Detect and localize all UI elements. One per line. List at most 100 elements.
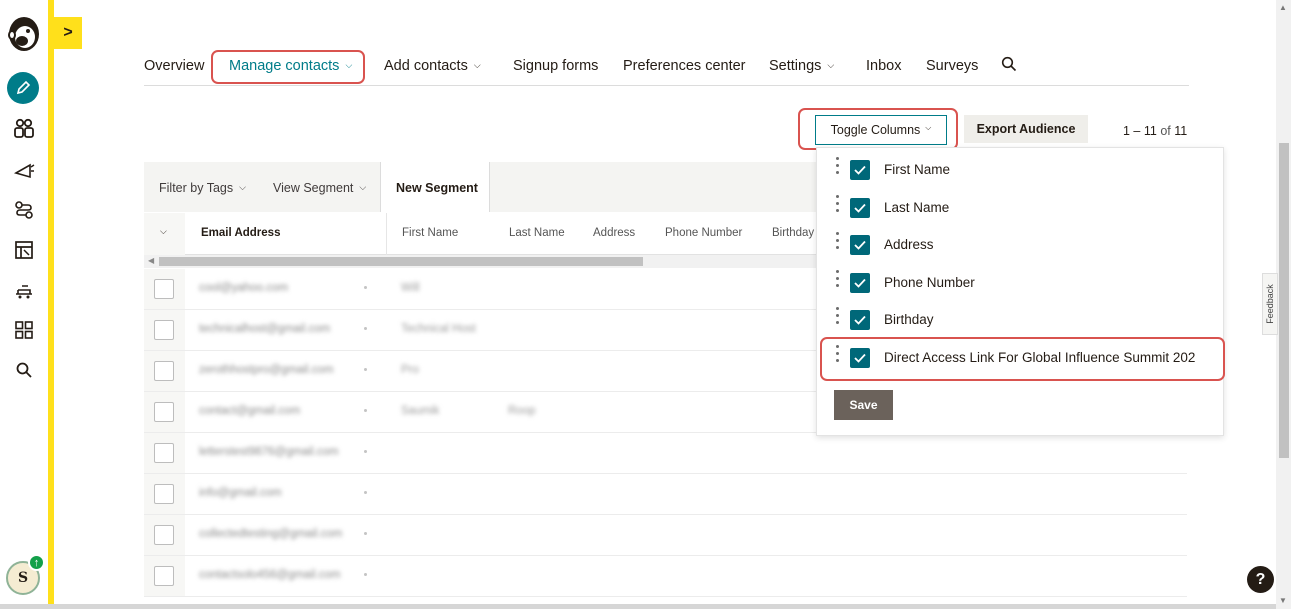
nav-overview[interactable]: Overview — [144, 58, 204, 74]
search-icon[interactable] — [10, 356, 38, 384]
nav-surveys[interactable]: Surveys — [926, 58, 978, 74]
column-header-phone[interactable]: Phone Number — [665, 227, 742, 239]
column-header-address[interactable]: Address — [593, 227, 635, 239]
chevron-down-icon[interactable]: ⌵ — [160, 226, 167, 237]
row-select-cell — [144, 556, 185, 596]
cell-last-name: Roop — [508, 405, 536, 417]
row-divider-dot — [364, 327, 367, 330]
scroll-left-icon[interactable]: ◀ — [148, 256, 154, 265]
bottom-scrollbar-track — [0, 604, 1276, 609]
column-header-last-name[interactable]: Last Name — [509, 227, 565, 239]
table-row[interactable]: contactsolo456@gmail.com — [144, 556, 1187, 597]
row-checkbox[interactable] — [154, 279, 174, 299]
column-option-label: First Name — [884, 162, 951, 177]
column-header-first-name[interactable]: First Name — [402, 227, 458, 239]
cell-email[interactable]: contact@gmail.com — [199, 405, 300, 417]
cell-email[interactable]: info@gmail.com — [199, 487, 282, 499]
mailchimp-logo[interactable] — [4, 11, 44, 55]
save-columns-button[interactable]: Save — [834, 390, 893, 420]
automations-icon[interactable] — [10, 196, 38, 224]
cell-email[interactable]: zerothhostpro@gmail.com — [199, 364, 333, 376]
cell-email[interactable]: letterstest9876@gmail.com — [199, 446, 339, 458]
drag-handle-icon[interactable] — [836, 307, 840, 328]
cell-email[interactable]: technicalhost@gmail.com — [199, 323, 330, 335]
column-divider — [386, 213, 387, 255]
column-option[interactable]: Birthday — [817, 302, 1223, 338]
select-all-cell[interactable]: ⌵ — [144, 213, 185, 255]
new-segment-button[interactable]: New Segment — [380, 162, 490, 212]
nav-search-icon[interactable] — [1001, 56, 1017, 76]
row-checkbox[interactable] — [154, 361, 174, 381]
checkmark-icon — [854, 316, 866, 326]
column-option-label: Phone Number — [884, 274, 975, 290]
column-option[interactable]: Last Name — [817, 190, 1223, 226]
view-segment-dropdown[interactable]: View Segment ⌵ — [273, 181, 366, 195]
campaigns-icon[interactable] — [10, 156, 38, 184]
row-checkbox[interactable] — [154, 484, 174, 504]
row-checkbox[interactable] — [154, 320, 174, 340]
column-option-label: Last Name — [884, 199, 950, 215]
table-row[interactable]: letterstest9876@gmail.com — [144, 433, 1187, 474]
checkmark-icon — [854, 278, 866, 288]
column-checkbox[interactable] — [850, 235, 870, 256]
drag-handle-icon[interactable] — [836, 194, 840, 216]
cell-email[interactable]: contactsolo456@gmail.com — [199, 569, 340, 581]
row-checkbox[interactable] — [154, 402, 174, 422]
avatar-initial: S — [17, 570, 29, 586]
nav-add-contacts[interactable]: Add contacts ⌵ — [384, 58, 481, 74]
left-rail — [0, 0, 48, 609]
nav-signup-forms[interactable]: Signup forms — [513, 58, 598, 74]
column-checkbox[interactable] — [850, 310, 870, 331]
row-checkbox[interactable] — [154, 443, 174, 463]
chevron-down-icon: ⌵ — [359, 182, 367, 192]
upgrade-badge-icon[interactable]: ↑ — [28, 554, 45, 571]
nav-preferences-center[interactable]: Preferences center — [623, 58, 746, 74]
cell-email[interactable]: cool@yahoo.com — [199, 282, 288, 294]
horizontal-scroll-thumb[interactable] — [159, 257, 643, 266]
apps-grid-icon[interactable] — [10, 316, 38, 344]
new-segment-label: New Segment — [396, 181, 478, 195]
vertical-scrollbar[interactable]: ▲ ▼ — [1276, 0, 1291, 609]
audience-icon[interactable] — [10, 114, 38, 142]
nav-settings-label: Settings — [769, 58, 822, 74]
column-checkbox[interactable] — [850, 160, 870, 180]
nav-settings[interactable]: Settings ⌵ — [769, 58, 834, 74]
row-divider-dot — [364, 491, 367, 494]
column-checkbox[interactable] — [850, 272, 870, 293]
scroll-up-icon[interactable]: ▲ — [1279, 3, 1287, 12]
cell-first-name: Technical Host — [401, 323, 476, 335]
table-row[interactable]: info@gmail.com — [144, 474, 1187, 515]
column-option[interactable]: Address — [817, 227, 1223, 263]
cell-first-name: Will — [401, 282, 420, 294]
cell-email[interactable]: collectedtesting@gmail.com — [199, 528, 342, 540]
integrations-icon[interactable] — [10, 276, 38, 304]
nav-inbox[interactable]: Inbox — [866, 58, 901, 74]
pencil-icon[interactable] — [7, 72, 39, 104]
drag-handle-icon[interactable] — [836, 232, 840, 253]
drag-handle-icon[interactable] — [836, 157, 840, 178]
help-button[interactable]: ? — [1247, 566, 1274, 593]
drag-handle-icon[interactable] — [836, 269, 840, 291]
row-checkbox[interactable] — [154, 525, 174, 545]
vertical-scroll-thumb[interactable] — [1279, 143, 1289, 458]
column-option[interactable]: First Name — [817, 152, 1223, 188]
filter-by-tags-dropdown[interactable]: Filter by Tags ⌵ — [159, 181, 246, 195]
column-option-label: Address — [884, 237, 934, 253]
pagination-summary: 1 – 11 of 11 — [1123, 124, 1187, 138]
export-audience-button[interactable]: Export Audience — [964, 115, 1088, 143]
row-checkbox[interactable] — [154, 566, 174, 586]
expand-sidebar-button[interactable]: > — [54, 17, 82, 49]
column-header-email[interactable]: Email Address — [201, 227, 280, 239]
column-checkbox[interactable] — [850, 197, 870, 218]
pager-range: 1 – 11 — [1123, 124, 1157, 138]
feedback-tab[interactable]: Feedback — [1262, 273, 1278, 335]
row-select-cell — [144, 351, 185, 391]
row-select-cell — [144, 474, 185, 514]
chevron-down-icon: ⌵ — [239, 182, 246, 192]
checkmark-icon — [854, 241, 866, 250]
scroll-down-icon[interactable]: ▼ — [1279, 596, 1287, 605]
table-row[interactable]: collectedtesting@gmail.com — [144, 515, 1187, 556]
column-option[interactable]: Phone Number — [817, 265, 1223, 301]
column-header-birthday[interactable]: Birthday — [772, 227, 814, 239]
content-icon[interactable] — [10, 236, 38, 264]
